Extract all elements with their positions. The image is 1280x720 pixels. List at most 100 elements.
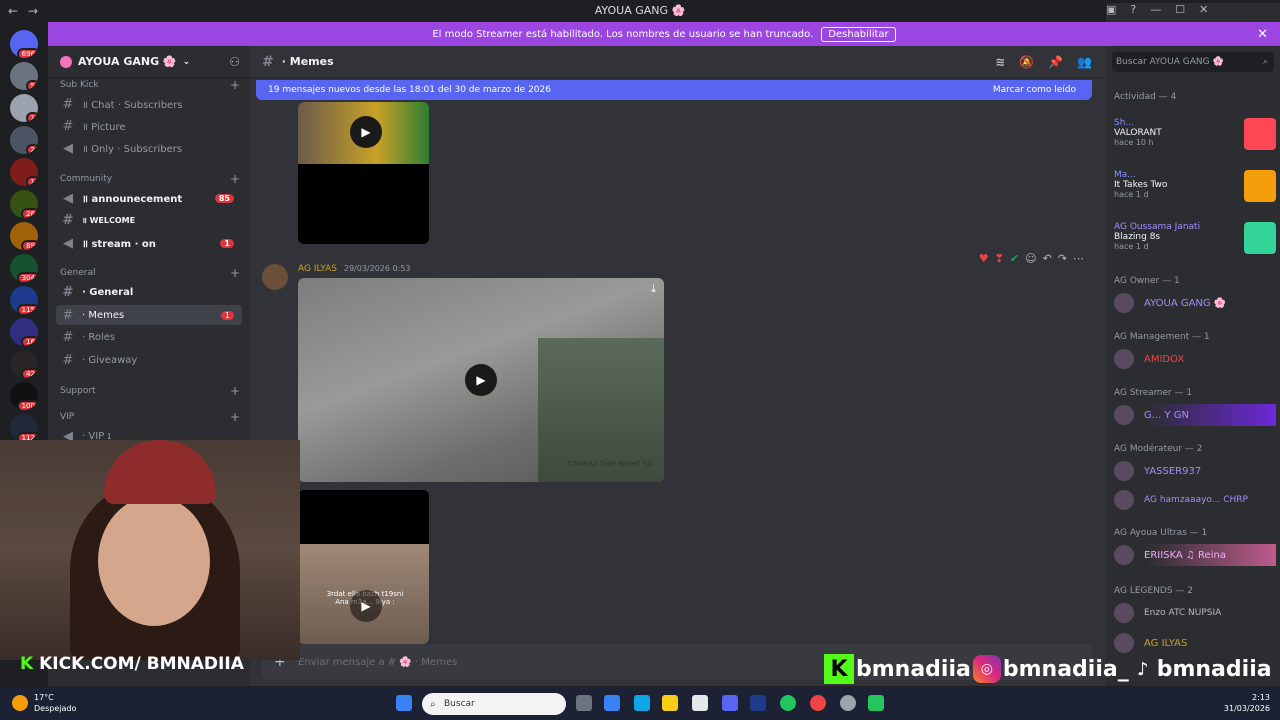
server-icon[interactable]: 1 [10,158,38,186]
task-view-icon[interactable] [576,695,592,711]
add-channel-icon[interactable]: + [230,384,240,398]
clock-date: 31/03/2026 [1223,704,1270,713]
server-icon[interactable]: 2 [10,126,38,154]
channel-chat-subscribers[interactable]: # ॥ Chat · Subscribers [56,94,242,114]
member-item[interactable]: Enzo ATC NUPSIA [1114,602,1276,624]
add-channel-icon[interactable]: + [230,266,240,280]
server-icon[interactable]: 26 [10,190,38,218]
hearts-reaction-icon[interactable]: ❣ [995,252,1004,265]
notifications-icon[interactable]: 🔕 [1019,55,1034,69]
check-reaction-icon[interactable]: ✔ [1010,252,1019,265]
reply-icon[interactable]: ↶ [1043,252,1052,265]
channel-stream-on[interactable]: ◀ ॥ stream · on 1 [56,233,242,253]
heart-reaction-icon[interactable]: ♥ [979,252,989,265]
window-titlebar: ← → AYOUA GANG 🌸 ▣ ? — ☐ ✕ [0,0,1280,643]
steam-icon[interactable] [750,695,766,711]
server-icon[interactable]: 304 [10,254,38,282]
new-messages-bar[interactable]: 19 mensajes nuevos desde las 18:01 del 3… [256,80,1092,100]
invite-icon[interactable]: ⚇ [229,55,240,69]
start-icon[interactable] [396,695,412,711]
close-banner-icon[interactable]: ✕ [1257,27,1268,42]
play-icon[interactable]: ▶ [350,590,382,622]
activity-card[interactable]: Sh... VALORANT hace 10 h [1114,118,1276,154]
channel-roles[interactable]: # · Roles [56,327,242,347]
add-channel-icon[interactable]: + [230,410,240,424]
avatar[interactable] [262,264,288,290]
channel-announcement[interactable]: ◀ ॥ announecement 85 [56,188,242,208]
file-explorer-icon[interactable] [662,695,678,711]
role-header: AG Ayoua Ultras — 1 [1114,528,1208,538]
disable-streamer-button[interactable]: Deshabilitar [821,26,896,42]
kick-url: KICK.COM/ BMNADIIA [39,654,244,674]
server-icon[interactable]: 115 [10,286,38,314]
weather-widget[interactable]: 17°C Despejado [34,692,76,714]
server-icon[interactable]: 5 [10,62,38,90]
add-channel-icon[interactable]: + [230,172,240,186]
chrome-icon[interactable] [810,695,826,711]
mark-as-read-button[interactable]: Marcar como leído [993,85,1076,95]
outlook-icon[interactable] [634,695,650,711]
member-item[interactable]: G... Y GN [1114,404,1276,426]
video-player[interactable]: ▶ ⤓ CAMERA CHIP NIGHT SO [298,278,664,482]
category-community[interactable]: Community + [60,172,240,186]
add-reaction-icon[interactable]: ☺ [1025,252,1036,265]
clock[interactable]: 2:13 31/03/2026 [1224,692,1270,714]
message-author[interactable]: AG ILYAS [298,264,337,274]
category-sub-kick[interactable]: Sub Kick + [60,78,240,92]
weather-desc: Despejado [34,704,77,713]
hash-icon: # [62,329,74,345]
video-attachment[interactable]: ▶ [298,102,429,244]
channel-picture[interactable]: # ॥ Picture [56,116,242,136]
category-general[interactable]: General + [60,266,240,280]
server-icon[interactable]: 42 [10,350,38,378]
member-item[interactable]: AG hamzaaayo... CHRP [1114,489,1276,511]
category-label: General [60,268,96,278]
member-item[interactable]: AMIDOX [1114,348,1276,370]
direct-messages-icon[interactable]: 696 [10,30,38,58]
server-icon[interactable]: 112 [10,414,38,442]
video-attachment[interactable]: 3rdat ella bach t19sni Ana m3a... 9iya :… [298,490,429,644]
activity-card[interactable]: AG Oussama Janati Blazing 8s hace 1 d [1114,222,1276,258]
play-icon[interactable]: ▶ [350,116,382,148]
clock-time: 2:13 [1252,693,1270,702]
member-item[interactable]: YASSER937 [1114,460,1276,482]
category-label: Support [60,386,96,396]
channel-giveaway[interactable]: # · Giveaway [56,350,242,370]
server-header[interactable]: AYOUA GANG 🌸 ⌄ ⚇ [48,46,250,78]
pin-icon[interactable]: 📌 [1048,55,1063,69]
activity-card[interactable]: Ma... It Takes Two hace 1 d [1114,170,1276,206]
weather-icon[interactable] [12,695,28,711]
more-icon[interactable]: ⋯ [1073,252,1084,265]
app-icon[interactable] [692,695,708,711]
server-icon[interactable]: 100 [10,382,38,410]
server-icon[interactable]: 16 [10,318,38,346]
guild-badge: 5 [25,80,38,90]
member-item[interactable]: AG ILYAS [1114,632,1276,654]
server-icon[interactable]: 89 [10,222,38,250]
category-vip[interactable]: VIP + [60,410,240,424]
members-icon[interactable]: 👥 [1077,55,1092,69]
channel-memes[interactable]: # · Memes 1 [56,305,242,325]
play-icon[interactable]: ▶ [465,364,497,396]
spotify-icon[interactable] [780,695,796,711]
member-item[interactable]: AYOUA GANG 🌸 [1114,292,1276,314]
server-icon[interactable]: 1 [10,94,38,122]
download-icon[interactable]: ⤓ [651,282,656,296]
threads-icon[interactable]: ≋ [995,55,1005,69]
channel-general[interactable]: # · General [56,282,242,302]
forward-icon[interactable]: ↷ [1058,252,1067,265]
store-icon[interactable] [604,695,620,711]
search-input[interactable]: Buscar AYOUA GANG 🌸 ⌕ [1112,52,1274,72]
channel-label: ॥ Only · Subscribers [82,144,183,155]
channel-welcome[interactable]: # ॥ WELCOME [56,210,242,230]
activity-header[interactable]: Actividad — 4 [1114,92,1176,102]
app-icon[interactable] [868,695,884,711]
add-channel-icon[interactable]: + [230,78,240,92]
channel-only-subscribers[interactable]: ◀ ॥ Only · Subscribers [56,138,242,158]
category-support[interactable]: Support + [60,384,240,398]
obs-icon[interactable] [840,695,856,711]
discord-icon[interactable] [722,695,738,711]
server-logo-icon [60,55,72,68]
member-item[interactable]: ERIISKA ♫ Reina [1114,544,1276,566]
taskbar-search[interactable]: ⌕ Buscar [422,693,566,715]
